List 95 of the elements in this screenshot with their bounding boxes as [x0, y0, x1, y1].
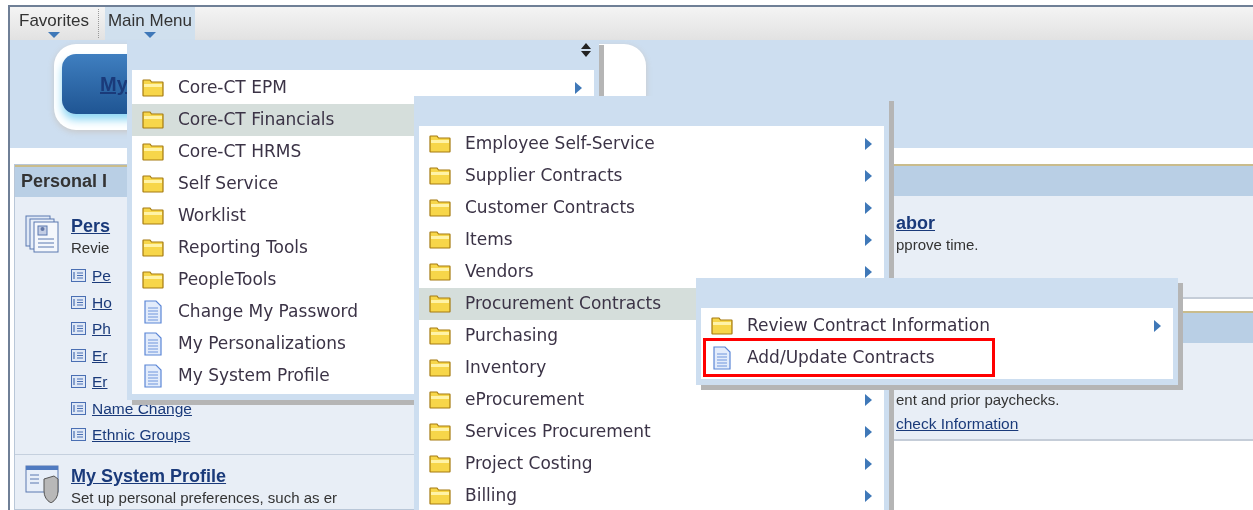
profile-shield-icon	[25, 465, 59, 503]
menu-item-label: Purchasing	[465, 324, 559, 348]
menu-item[interactable]: Supplier Contracts	[419, 160, 884, 192]
menu-item-label: Procurement Contracts	[465, 292, 661, 316]
nav-menu[interactable]: Main Menu	[104, 7, 196, 40]
menu-item-label: Billing	[465, 484, 518, 508]
submenu-arrow-icon	[865, 426, 872, 438]
pagelet-link[interactable]: Ho	[92, 290, 112, 314]
menu-item-label: Core-CT Financials	[178, 108, 335, 132]
menu-item-label: Project Costing	[465, 452, 593, 476]
menu-item-label: Self Service	[178, 172, 279, 196]
submenu-arrow-icon	[865, 394, 872, 406]
menu-item-label: eProcurement	[465, 388, 585, 412]
menu-item-label: My Personalizations	[178, 332, 346, 356]
folder-icon	[142, 271, 164, 289]
folder-icon	[429, 295, 451, 313]
pagelet-link[interactable]: abor	[896, 211, 935, 234]
menu-item-label: Change My Password	[178, 300, 359, 324]
menu-item[interactable]: Items	[419, 224, 884, 256]
submenu-arrow-icon	[865, 170, 872, 182]
folder-icon	[429, 135, 451, 153]
pagelet-link[interactable]: Er	[92, 343, 108, 367]
document-icon	[713, 345, 731, 370]
folder-icon	[429, 391, 451, 409]
folder-icon	[429, 231, 451, 249]
document-icon	[144, 300, 162, 324]
folder-icon	[142, 143, 164, 161]
pagelet-link[interactable]: Name Change	[92, 396, 192, 420]
list-icon	[71, 375, 86, 389]
pagelet-link[interactable]: Ethnic Groups	[92, 423, 191, 447]
menu-item-label: Customer Contracts	[465, 196, 635, 220]
list-icon	[71, 269, 86, 283]
menu-item-label: Core-CT EPM	[178, 76, 287, 100]
list-icon	[71, 401, 86, 415]
menu-item-label: Services Procurement	[465, 420, 651, 444]
menu-item-label: Inventory	[465, 356, 547, 380]
pagelet-link[interactable]: check Information	[896, 410, 1019, 437]
pagelet-description: ent and prior paychecks.	[896, 389, 1060, 410]
menu-item[interactable]: Project Costing	[419, 448, 884, 480]
menu-item[interactable]: Billing	[419, 480, 884, 510]
menu-item[interactable]: Core-CT EPM	[132, 72, 594, 104]
document-icon	[144, 332, 162, 356]
folder-icon	[142, 111, 164, 129]
pagelet-link[interactable]: Ph	[92, 317, 111, 341]
pagelet-link[interactable]: Pers	[71, 214, 111, 237]
menu-item-label: My System Profile	[178, 364, 330, 388]
folder-icon	[429, 359, 451, 377]
menu-item-label: Worklist	[178, 204, 247, 228]
menu-item[interactable]: Services Procurement	[419, 416, 884, 448]
submenu-arrow-icon	[575, 82, 582, 94]
folder-icon	[429, 263, 451, 281]
submenu-arrow-icon	[865, 234, 872, 246]
submenu-arrow-icon	[865, 458, 872, 470]
folder-icon	[142, 175, 164, 193]
folder-icon	[711, 317, 733, 335]
submenu-arrow-icon	[865, 138, 872, 150]
menu-item[interactable]: Vendors	[419, 256, 884, 288]
pagelet-link[interactable]: Pe	[92, 264, 111, 288]
menu-item-label: Vendors	[465, 260, 534, 284]
menu-item[interactable]: Add/Update Contracts	[703, 338, 995, 377]
folder-icon	[429, 327, 451, 345]
folder-icon	[429, 199, 451, 217]
menu-item-label: Core-CT HRMS	[178, 140, 302, 164]
pagelet-title: Personal I	[21, 170, 108, 193]
menu-item-label: PeopleTools	[178, 268, 277, 292]
pagelet-description: pprove time.	[896, 234, 979, 255]
menu-item[interactable]: Customer Contracts	[419, 192, 884, 224]
list-icon	[71, 428, 86, 442]
list-icon	[71, 322, 86, 336]
folder-icon	[429, 455, 451, 473]
list-icon	[71, 295, 86, 309]
submenu-arrow-icon	[865, 266, 872, 278]
folder-icon	[142, 239, 164, 257]
folder-icon	[142, 207, 164, 225]
pagelet-link[interactable]: My System Profile	[71, 465, 227, 487]
folder-icon	[142, 79, 164, 97]
folder-icon	[429, 487, 451, 505]
folder-icon	[429, 423, 451, 441]
pagelet-link[interactable]: Er	[92, 370, 108, 394]
document-icon	[144, 364, 162, 388]
menu-item-label: Supplier Contracts	[465, 164, 623, 188]
menu-item[interactable]: eProcurement	[419, 384, 884, 416]
menu-item-label: Add/Update Contracts	[747, 345, 935, 369]
menu-item-label: Items	[465, 228, 513, 252]
nav-menu[interactable]: Favorites	[16, 7, 92, 40]
folder-icon	[429, 167, 451, 185]
pagelet-description: Revie	[71, 237, 110, 258]
list-icon	[71, 348, 86, 362]
menu-item-label: Reporting Tools	[178, 236, 308, 260]
submenu-arrow-icon	[865, 490, 872, 502]
submenu-arrow-icon	[865, 202, 872, 214]
pagelet-description: Set up personal preferences, such as er	[71, 488, 337, 508]
submenu-arrow-icon	[1154, 320, 1161, 332]
profile-card-icon	[25, 214, 59, 253]
sort-icon[interactable]	[581, 42, 591, 58]
